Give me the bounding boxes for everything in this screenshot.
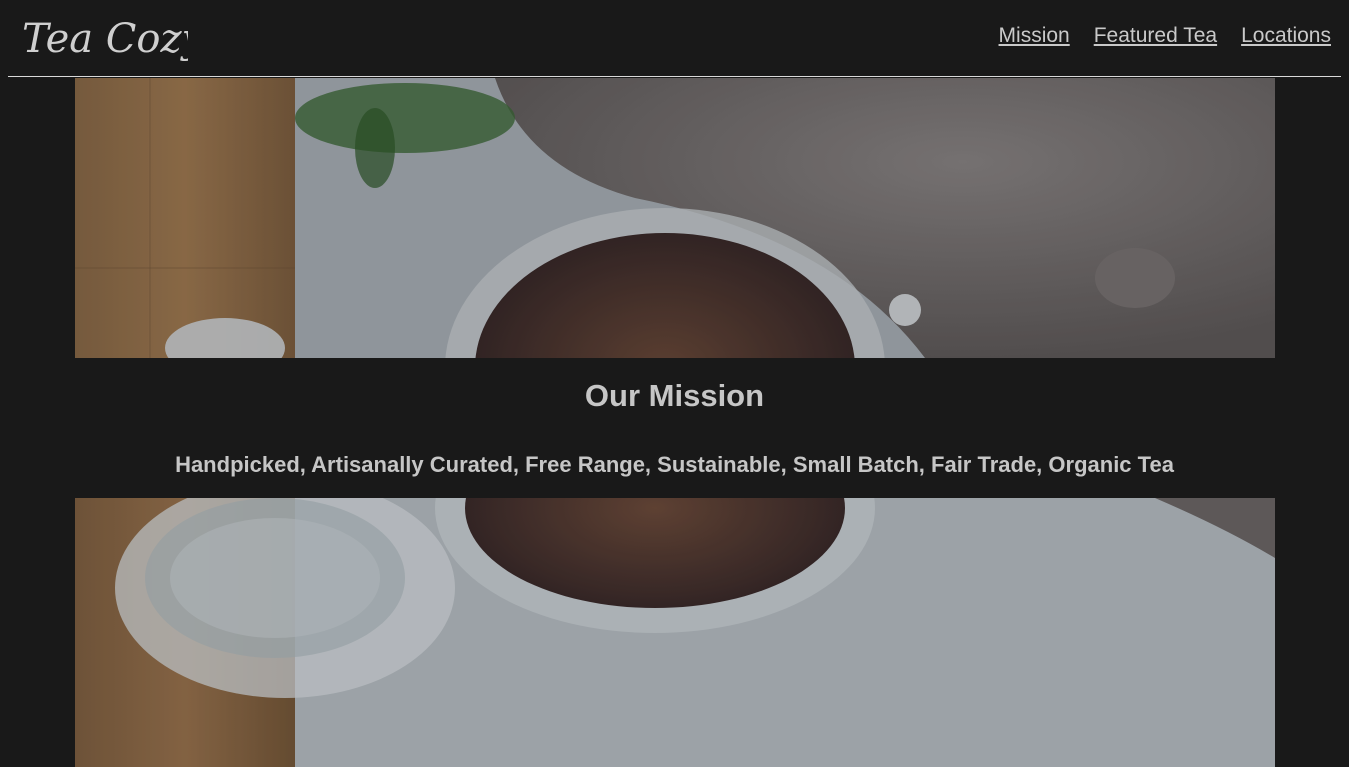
hero-image-bottom [75, 498, 1275, 767]
nav-link-mission[interactable]: Mission [999, 24, 1070, 48]
tea-cozy-logo[interactable]: Tea Cozy [18, 8, 188, 72]
mission-section: Our Mission Handpicked, Artisanally Cura… [0, 358, 1349, 498]
mission-title: Our Mission [584, 378, 765, 413]
mission-subtitle: Handpicked, Artisanally Curated, Free Ra… [175, 452, 1174, 477]
nav-link-locations[interactable]: Locations [1241, 24, 1331, 48]
main-nav: Mission Featured Tea Locations [999, 24, 1331, 48]
svg-text:Tea Cozy: Tea Cozy [22, 16, 188, 62]
nav-link-featured-tea[interactable]: Featured Tea [1094, 24, 1217, 48]
site-header: Tea Cozy Mission Featured Tea Locations [8, 0, 1341, 77]
hero-image-top [75, 78, 1275, 358]
